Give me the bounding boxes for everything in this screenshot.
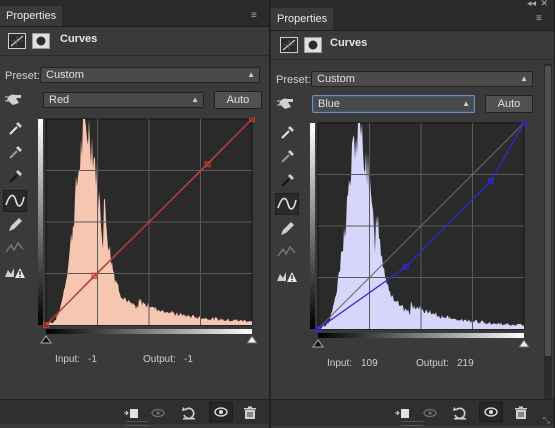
panel-menu-icon[interactable]: ≡: [251, 10, 263, 22]
curve-point-tool-icon[interactable]: [275, 193, 299, 215]
curves-adjustment-icon: [280, 37, 298, 53]
select-arrows-icon: ▲: [520, 74, 528, 83]
on-image-adjust-icon[interactable]: [4, 89, 26, 109]
scrollbar-thumb[interactable]: [545, 66, 551, 356]
properties-panel-left: Properties ≡ Curves Preset: Custom ▲ Red…: [0, 0, 270, 428]
curve-point: [403, 263, 410, 270]
channel-value: Red: [49, 94, 70, 106]
clipping-warning-icon[interactable]: [4, 262, 26, 282]
input-value: 109: [361, 358, 378, 369]
select-arrows-icon: ▲: [247, 70, 255, 79]
adjustment-title: Curves: [60, 33, 98, 45]
input-gradient-bar: [318, 333, 524, 338]
white-point-eyedropper-icon[interactable]: [4, 118, 26, 138]
reset-icon[interactable]: [180, 404, 198, 422]
view-previous-icon[interactable]: [150, 404, 168, 422]
white-point-slider: [518, 339, 530, 348]
visibility-eye-icon[interactable]: [479, 402, 503, 422]
view-previous-icon[interactable]: [422, 404, 440, 422]
input-gradient-bar: [46, 329, 252, 334]
black-point-slider: [40, 335, 52, 344]
curve-point: [487, 178, 494, 185]
white-point-slider: [246, 335, 258, 344]
black-point-eyedropper-icon[interactable]: [4, 166, 26, 186]
resize-grip[interactable]: [126, 421, 148, 426]
clip-to-layer-icon[interactable]: [393, 404, 411, 422]
properties-panel-right: ◂◂ ✕ Properties ≡ Curves Preset: Custom …: [271, 0, 555, 428]
tab-bar: Properties ≡: [0, 6, 269, 27]
layer-mask-icon[interactable]: [304, 37, 322, 53]
pencil-tool-icon[interactable]: [4, 215, 26, 235]
tab-properties[interactable]: Properties: [0, 6, 63, 26]
select-arrows-icon: ▲: [462, 99, 470, 108]
curve-point: [315, 326, 321, 332]
output-value: 219: [457, 358, 474, 369]
curve-point: [91, 272, 98, 279]
channel-select[interactable]: Blue ▲: [312, 95, 475, 113]
channel-value: Blue: [318, 98, 341, 110]
output-label: Output:: [143, 354, 176, 365]
panel-menu-icon[interactable]: ≡: [536, 13, 548, 25]
output-gradient-bar: [310, 123, 315, 329]
visibility-eye-icon[interactable]: [209, 402, 233, 422]
preset-label: Preset:: [276, 74, 311, 86]
black-point-eyedropper-icon[interactable]: [276, 170, 298, 190]
scrollbar[interactable]: [544, 64, 552, 404]
preset-value: Custom: [46, 69, 84, 81]
black-point-slider: [312, 339, 324, 348]
preset-select[interactable]: Custom ▲: [40, 67, 260, 83]
curve-point: [204, 161, 211, 168]
preset-value: Custom: [317, 73, 355, 85]
input-label: Input:: [55, 354, 81, 365]
trash-icon[interactable]: [241, 404, 259, 422]
on-image-adjust-icon[interactable]: [276, 93, 298, 113]
adjustment-header: Curves: [271, 31, 554, 60]
clipping-warning-icon[interactable]: [276, 266, 298, 286]
auto-button[interactable]: Auto: [485, 95, 533, 113]
panel-top-strip: ◂◂ ✕: [271, 0, 554, 8]
curve-point-tool-icon[interactable]: [3, 190, 27, 212]
gray-point-eyedropper-icon[interactable]: [4, 142, 26, 162]
layer-mask-icon[interactable]: [32, 33, 50, 49]
panel-resize-icon[interactable]: ⤡: [543, 415, 550, 426]
input-label: Input:: [327, 358, 353, 369]
tab-bar: Properties ≡: [271, 8, 554, 31]
reset-icon[interactable]: [451, 404, 469, 422]
output-label: Output:: [416, 358, 449, 369]
input-value: -1: [88, 354, 97, 365]
curve-point: [249, 117, 255, 122]
output-gradient-bar: [38, 119, 43, 325]
adjustment-title: Curves: [330, 37, 368, 49]
tab-properties[interactable]: Properties: [271, 8, 334, 30]
white-point-eyedropper-icon[interactable]: [276, 122, 298, 142]
resize-grip[interactable]: [401, 421, 423, 426]
output-value: -1: [184, 354, 193, 365]
adjustment-header: Curves: [0, 27, 269, 56]
smooth-icon[interactable]: [4, 238, 26, 258]
gray-point-eyedropper-icon[interactable]: [276, 146, 298, 166]
curve-point: [521, 121, 527, 126]
auto-button[interactable]: Auto: [214, 91, 262, 109]
curve-point: [43, 322, 49, 328]
pencil-tool-icon[interactable]: [276, 219, 298, 239]
preset-label: Preset:: [5, 70, 40, 82]
preset-select[interactable]: Custom ▲: [311, 71, 533, 87]
smooth-icon[interactable]: [276, 242, 298, 262]
curves-graph[interactable]: [38, 117, 260, 345]
select-arrows-icon: ▲: [191, 95, 199, 104]
channel-select[interactable]: Red ▲: [43, 92, 204, 108]
curves-graph[interactable]: [310, 121, 532, 349]
trash-icon[interactable]: [512, 404, 530, 422]
curves-adjustment-icon: [8, 33, 26, 49]
clip-to-layer-icon[interactable]: [122, 404, 140, 422]
